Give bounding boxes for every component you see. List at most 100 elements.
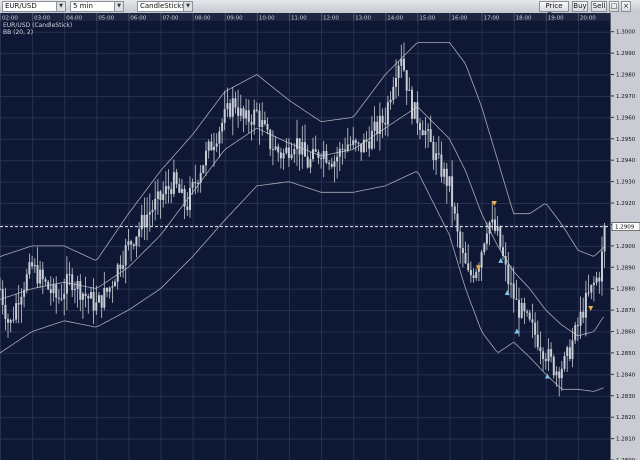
candle-body (440, 154, 443, 177)
candle-body (429, 129, 432, 142)
price-tick-label: 1.2840 (616, 372, 636, 378)
candle-body (378, 115, 381, 134)
candle-body (480, 252, 483, 268)
interval-select[interactable]: 5 min ▼ (70, 1, 124, 12)
candle-body (592, 282, 595, 285)
candle-body (296, 138, 298, 149)
candle-body (263, 120, 266, 124)
candle-body (381, 115, 384, 123)
candle-body (405, 70, 408, 91)
candle-body (539, 347, 542, 352)
price-tick-label: 1.2900 (616, 244, 636, 250)
candle-body (23, 290, 26, 297)
candle-body (277, 146, 280, 153)
price-box-button[interactable]: Price Box (539, 1, 569, 19)
candle-body (130, 241, 133, 245)
candlestick-chart[interactable] (0, 21, 610, 460)
candle-body (370, 130, 373, 149)
candle-body (124, 245, 127, 266)
candle-body (467, 263, 470, 271)
candle-body (386, 102, 389, 125)
interval-value: 5 min (73, 2, 93, 10)
candle-body (306, 156, 309, 168)
candle-body (419, 123, 421, 130)
candle-body (571, 340, 574, 359)
candle-body (218, 131, 221, 144)
sell-button[interactable]: Sell (591, 1, 607, 12)
candle-body (90, 292, 92, 299)
chevron-down-icon: ▼ (183, 2, 192, 11)
close-button[interactable]: × (621, 1, 631, 12)
candle-body (146, 214, 149, 228)
price-tick-label: 1.2880 (616, 287, 636, 293)
maximize-button[interactable]: □ (609, 1, 619, 12)
candle-body (33, 265, 36, 267)
candle-body (253, 109, 256, 125)
candle-body (108, 287, 111, 292)
candle-body (531, 319, 534, 323)
candle-body (47, 281, 50, 290)
candle-body (368, 141, 371, 149)
candle-body (595, 277, 598, 283)
candle-body (413, 102, 416, 119)
buy-marker (504, 289, 510, 295)
candle-body (178, 184, 181, 193)
candle-body (41, 269, 44, 280)
candle-body (520, 303, 523, 318)
candle-body (60, 298, 63, 300)
candle-body (229, 103, 232, 117)
candle-body (526, 311, 529, 313)
candle-body (298, 138, 301, 155)
price-tick-label: 1.2960 (616, 115, 636, 121)
price-axis[interactable]: 1.3000 1.2990 1.2980 1.2970 1.2960 1.2950 1.29… (610, 13, 640, 460)
symbol-select[interactable]: EUR/USD ▼ (2, 1, 66, 12)
candle-body (320, 158, 323, 160)
bollinger-middle-band (0, 107, 604, 337)
candle-body (103, 288, 106, 308)
candle-body (132, 244, 135, 246)
candle-body (111, 286, 114, 288)
candle-body (432, 141, 435, 161)
candle-body (389, 99, 392, 103)
buy-button[interactable]: Buy (572, 1, 588, 12)
price-tick-label: 1.2930 (616, 180, 636, 186)
candle-body (338, 148, 341, 157)
candle-body (282, 153, 285, 159)
candle-body (445, 168, 448, 186)
candle-body (566, 347, 569, 356)
candle-body (79, 281, 82, 300)
candle-body (215, 143, 218, 147)
candle-body (491, 219, 494, 223)
candle-body (472, 275, 475, 278)
candle-body (63, 293, 66, 299)
candle-body (255, 109, 258, 111)
chart-plot-area[interactable]: EUR/USD (CandleStick) BB (20, 2) (0, 21, 610, 460)
candle-body (95, 302, 98, 311)
candle-body (202, 165, 205, 173)
candle-body (483, 243, 486, 253)
candle-body (336, 156, 339, 162)
candle-body (205, 150, 207, 166)
candle-body (523, 303, 526, 312)
candle-body (582, 311, 585, 318)
candle-body (309, 159, 312, 168)
candle-body (189, 188, 191, 210)
candle-body (435, 153, 438, 161)
trading-app: EUR/USD ▼ 5 min ▼ CandleSticks ▼ Price B… (0, 0, 640, 460)
chevron-down-icon: ▼ (114, 2, 123, 11)
candle-body (234, 98, 237, 108)
candle-body (250, 122, 253, 125)
candle-body (164, 186, 167, 194)
candle-body (328, 162, 331, 164)
candle-body (451, 176, 454, 207)
price-tick-label: 1.2820 (616, 415, 636, 421)
candle-body (601, 251, 603, 282)
candle-body (106, 288, 108, 292)
candle-body (247, 110, 250, 122)
candle-body (376, 121, 379, 134)
chart-type-select[interactable]: CandleSticks ▼ (137, 1, 193, 12)
candle-body (0, 288, 1, 290)
candle-body (349, 144, 352, 146)
candle-body (322, 151, 325, 159)
price-tick-label: 1.2860 (616, 330, 636, 336)
